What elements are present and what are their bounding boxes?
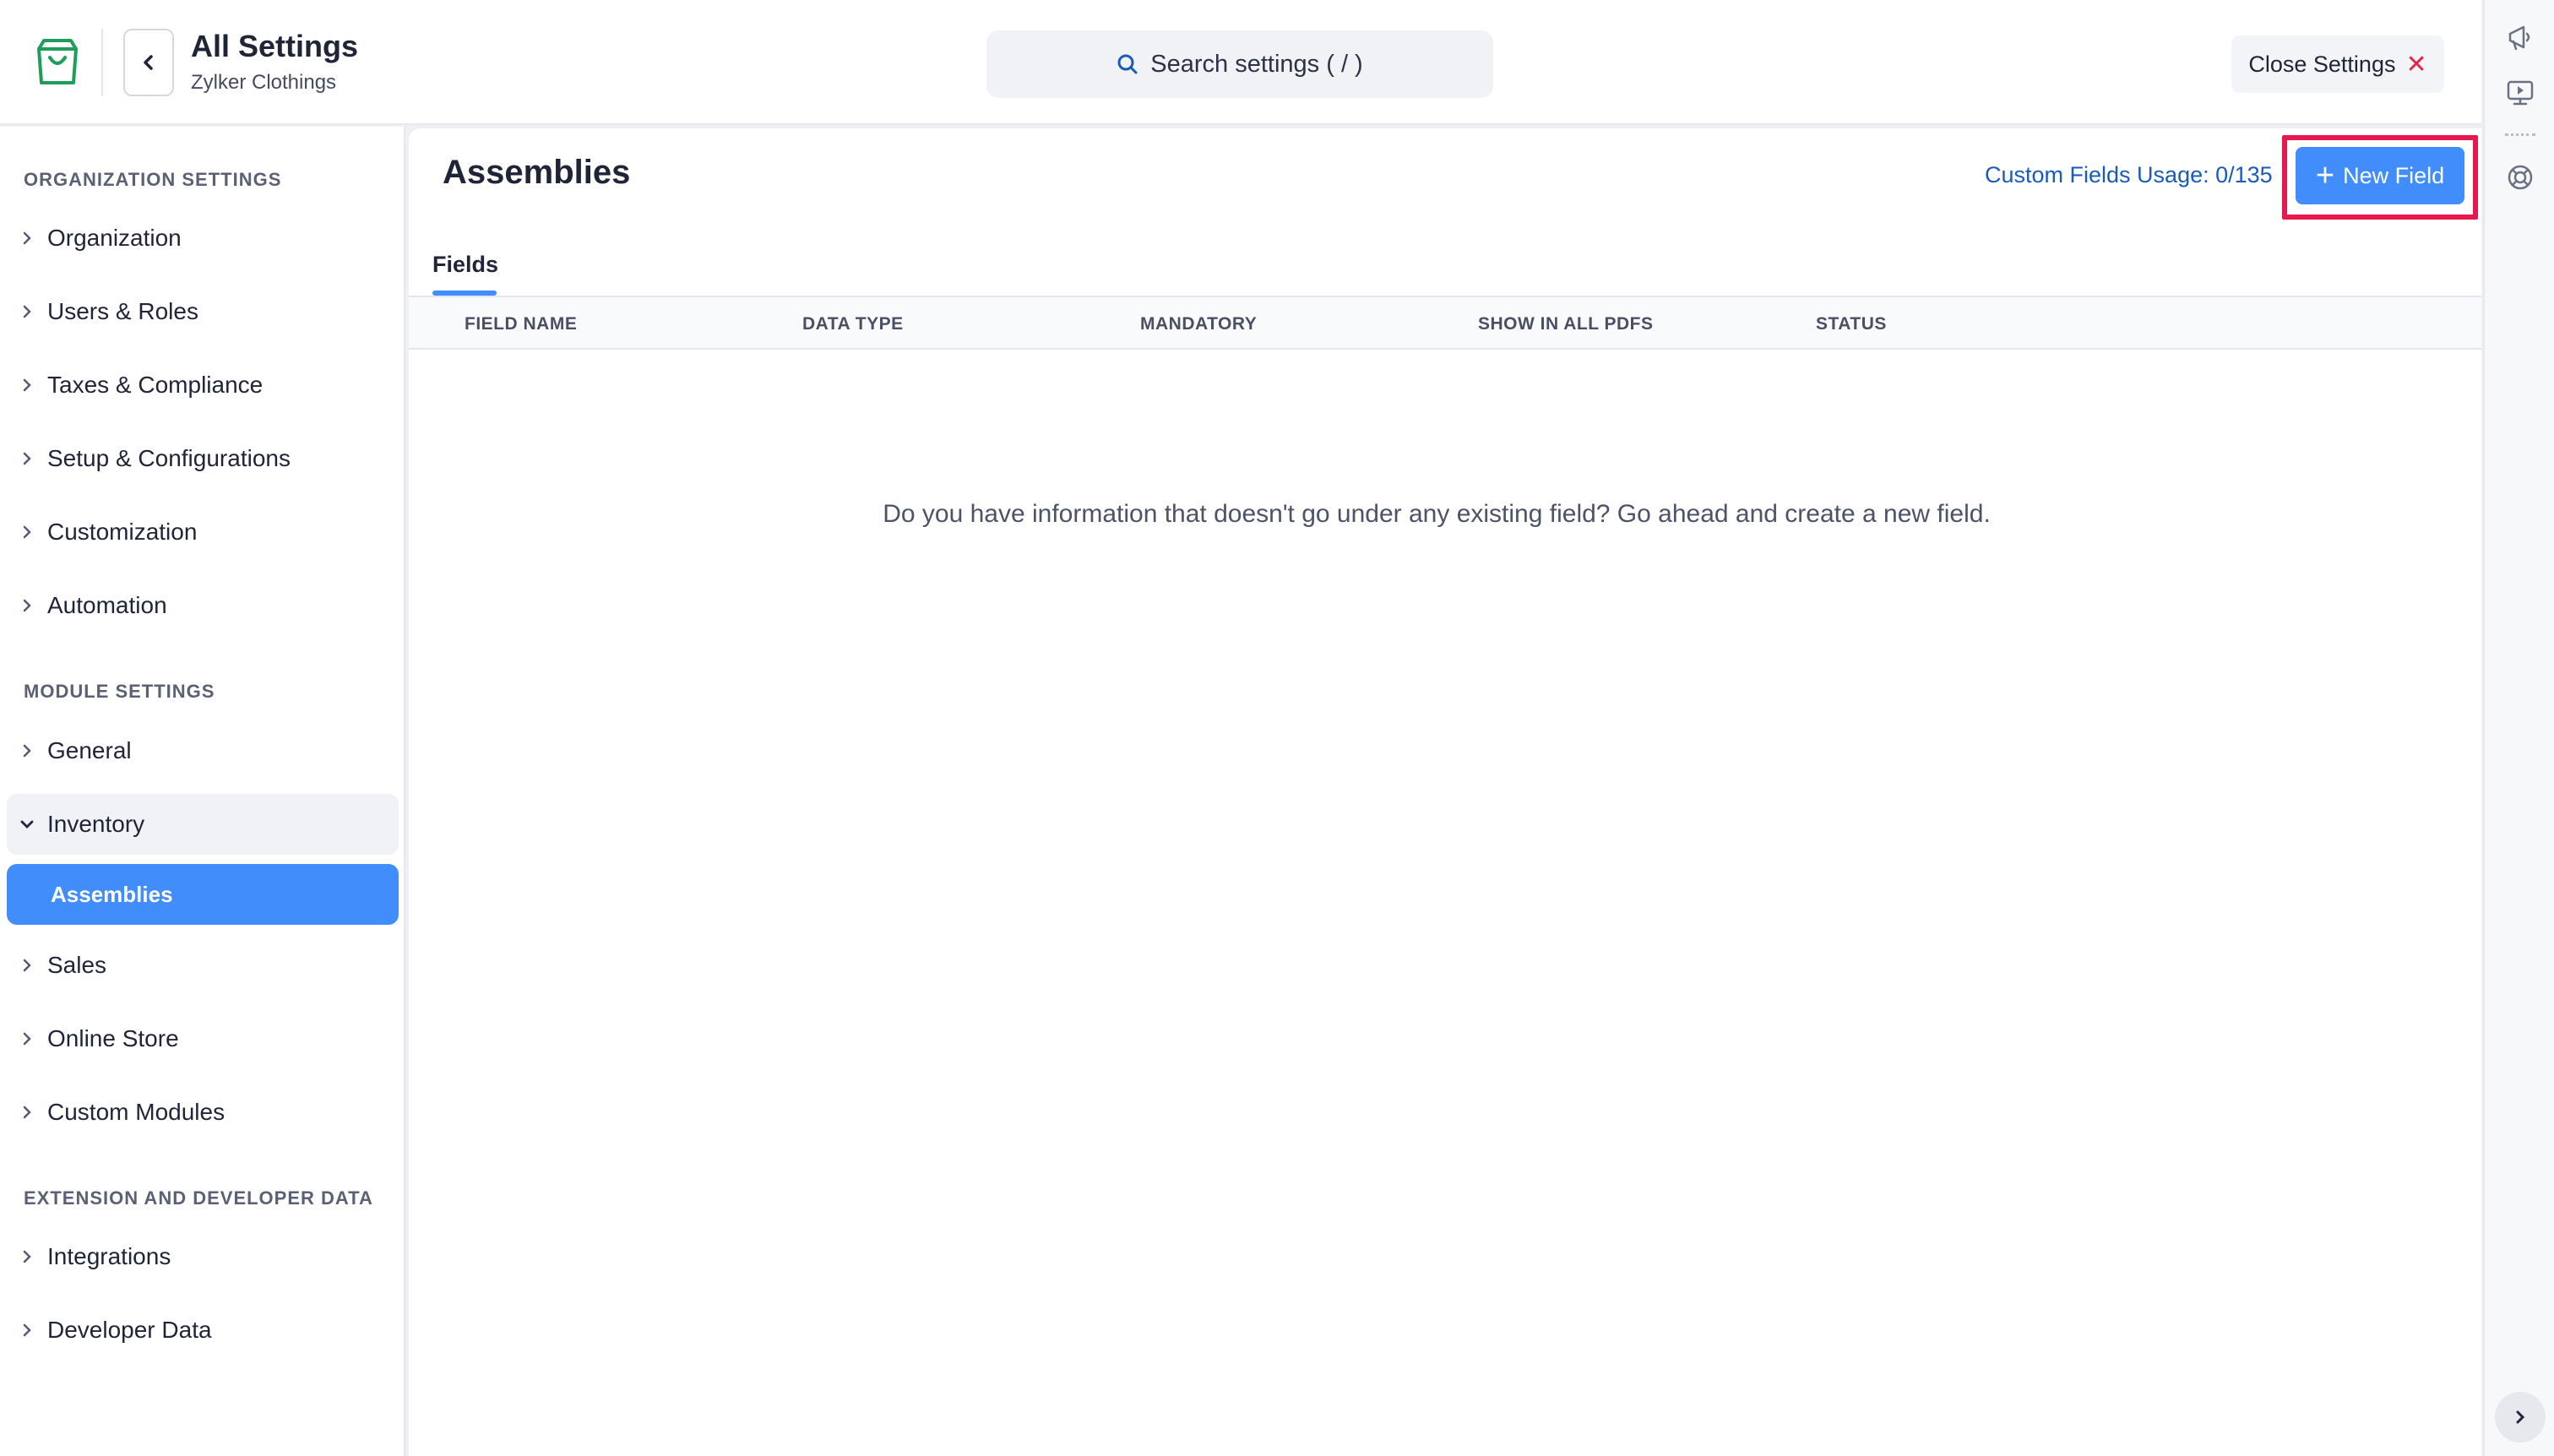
page-title-all-settings: All Settings	[191, 29, 359, 63]
active-tab-indicator	[432, 291, 497, 296]
chevron-right-icon	[2516, 1410, 2525, 1424]
chevron-right-icon	[7, 958, 47, 973]
chevron-right-icon	[7, 451, 47, 466]
section-title-extension: EXTENSION AND DEVELOPER DATA	[24, 1187, 373, 1209]
sidebar-item-setup-configurations[interactable]: Setup & Configurations	[7, 428, 399, 489]
sidebar-item-label: Users & Roles	[47, 298, 198, 324]
sidebar-item-label: Automation	[47, 592, 167, 618]
column-header-status: STATUS	[1816, 314, 1887, 334]
chevron-right-icon	[7, 378, 47, 393]
close-settings-button[interactable]: Close Settings ✕	[2231, 35, 2444, 93]
sidebar-item-online-store[interactable]: Online Store	[7, 1008, 399, 1069]
chevron-right-icon	[7, 1249, 47, 1264]
sidebar-item-taxes-compliance[interactable]: Taxes & Compliance	[7, 355, 399, 416]
sidebar-item-developer-data[interactable]: Developer Data	[7, 1300, 399, 1361]
plus-icon: +	[2315, 158, 2335, 193]
sidebar-item-general[interactable]: General	[7, 720, 399, 781]
sidebar-item-custom-modules[interactable]: Custom Modules	[7, 1082, 399, 1143]
sidebar-item-customization[interactable]: Customization	[7, 502, 399, 562]
sidebar-item-users-roles[interactable]: Users & Roles	[7, 281, 399, 342]
sidebar-item-label: Inventory	[47, 811, 145, 837]
chevron-right-icon	[7, 1031, 47, 1046]
right-rail	[2483, 0, 2554, 1456]
tab-fields[interactable]: Fields	[432, 252, 498, 291]
sidebar-item-label: General	[47, 737, 132, 763]
header-divider	[101, 29, 103, 96]
rail-divider	[2505, 133, 2535, 136]
search-input[interactable]: Search settings ( / )	[986, 30, 1493, 98]
help-lifebuoy-icon[interactable]	[2503, 160, 2537, 194]
chevron-down-icon	[7, 818, 47, 830]
sidebar-item-label: Setup & Configurations	[47, 445, 291, 471]
column-header-show-in-all-pdfs: SHOW IN ALL PDFS	[1478, 314, 1654, 334]
sidebar-item-integrations[interactable]: Integrations	[7, 1226, 399, 1287]
sidebar-item-label: Custom Modules	[47, 1099, 226, 1125]
sidebar-item-inventory[interactable]: Inventory	[7, 794, 399, 855]
search-icon	[1117, 54, 1138, 74]
megaphone-icon[interactable]	[2503, 20, 2537, 54]
section-title-module: MODULE SETTINGS	[24, 681, 215, 702]
sidebar-item-automation[interactable]: Automation	[7, 575, 399, 636]
page-title: Assemblies	[443, 154, 631, 191]
sidebar-item-sales[interactable]: Sales	[7, 935, 399, 996]
organization-name: Zylker Clothings	[191, 71, 337, 94]
sidebar-item-label: Online Store	[47, 1025, 179, 1051]
sidebar-item-label: Taxes & Compliance	[47, 372, 264, 398]
sidebar-item-organization[interactable]: Organization	[7, 208, 399, 269]
new-field-button[interactable]: + New Field	[2296, 147, 2464, 204]
chevron-right-icon	[7, 1105, 47, 1120]
chevron-right-icon	[7, 743, 47, 758]
settings-app: All Settings Zylker Clothings Search set…	[0, 0, 2554, 1456]
chevron-right-icon	[7, 598, 47, 613]
sidebar-item-label: Developer Data	[47, 1317, 212, 1343]
column-header-mandatory: MANDATORY	[1140, 314, 1258, 334]
section-title-organization: ORGANIZATION SETTINGS	[24, 169, 282, 190]
close-icon: ✕	[2405, 50, 2427, 79]
column-header-field-name: FIELD NAME	[465, 314, 578, 334]
chevron-right-icon	[7, 231, 47, 246]
sidebar-item-label: Integrations	[47, 1243, 171, 1269]
column-header-data-type: DATA TYPE	[802, 314, 904, 334]
expand-rail-button[interactable]	[2495, 1392, 2546, 1442]
shopping-bag-logo-icon[interactable]	[34, 37, 81, 86]
tab-bar: Fields	[409, 247, 2481, 297]
chevron-right-icon	[7, 524, 47, 540]
sidebar-item-assemblies[interactable]: Assemblies	[7, 864, 399, 925]
table-header: FIELD NAME DATA TYPE MANDATORY SHOW IN A…	[409, 297, 2481, 350]
top-header: All Settings Zylker Clothings Search set…	[0, 0, 2481, 125]
close-settings-label: Close Settings	[2248, 51, 2396, 77]
empty-state-message: Do you have information that doesn't go …	[883, 500, 1991, 528]
custom-fields-usage-link[interactable]: Custom Fields Usage: 0/135	[1985, 162, 2273, 188]
sidebar-item-label: Sales	[47, 952, 107, 978]
back-button[interactable]	[123, 29, 174, 96]
video-tutorial-icon[interactable]	[2503, 76, 2537, 110]
new-field-label: New Field	[2343, 162, 2445, 188]
chevron-right-icon	[7, 1323, 47, 1338]
settings-sidebar: ORGANIZATION SETTINGS Organization Users…	[0, 127, 405, 1456]
chevron-left-icon	[144, 55, 153, 70]
sidebar-item-label: Organization	[47, 225, 182, 251]
search-placeholder: Search settings ( / )	[1150, 50, 1363, 78]
main-content: Assemblies Custom Fields Usage: 0/135 + …	[409, 128, 2481, 1456]
chevron-right-icon	[7, 304, 47, 319]
sidebar-item-label: Customization	[47, 519, 198, 545]
